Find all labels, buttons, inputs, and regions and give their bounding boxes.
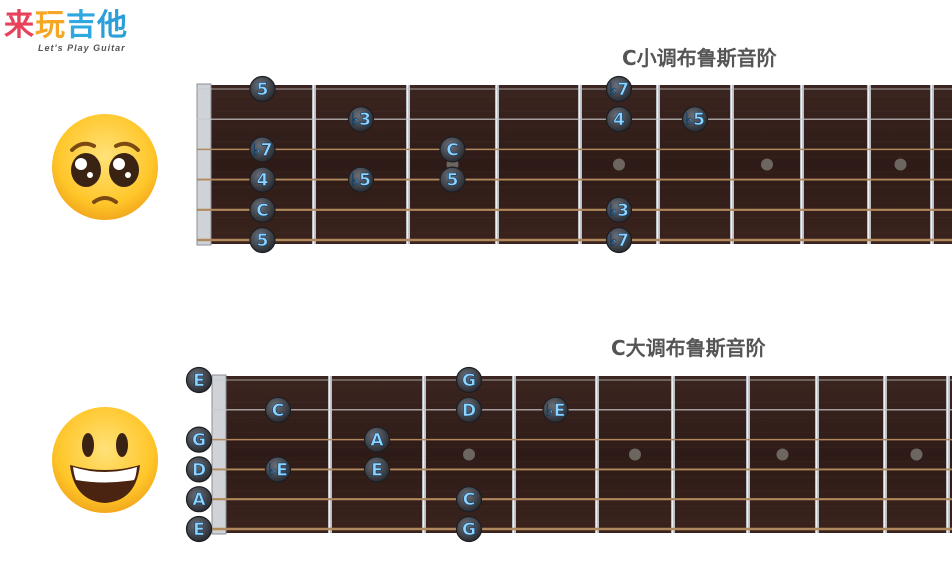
scale-note-marker: G [455, 515, 483, 543]
scale-note-marker: E [363, 456, 391, 483]
note-label: ♭E [546, 401, 566, 421]
note-label: A [192, 490, 206, 510]
fret-highlight [513, 376, 515, 533]
note-label: A [370, 431, 384, 451]
fretboard-wood [212, 376, 952, 533]
fret-highlight [947, 376, 949, 533]
fret-highlight [329, 376, 331, 533]
fret-highlight [816, 376, 818, 533]
note-label: ♭E [268, 460, 288, 480]
scale-note-marker: E [185, 366, 213, 394]
note-label: E [193, 520, 205, 540]
scale-note-marker: D [185, 456, 213, 483]
note-label: D [462, 401, 476, 421]
scale-note-marker: E [185, 515, 213, 543]
fret-highlight [747, 376, 749, 533]
fret-inlay-marker [463, 448, 475, 461]
fret-inlay-marker [776, 448, 789, 461]
note-label: C [272, 401, 284, 421]
scale-note-marker: G [455, 366, 483, 394]
note-label: G [192, 431, 206, 451]
fret-highlight [884, 376, 886, 533]
scale-note-marker: C [264, 396, 292, 423]
scale-note-marker: A [363, 426, 391, 453]
fret-highlight [672, 376, 674, 533]
note-label: E [193, 371, 205, 391]
note-label: D [192, 460, 206, 480]
fret-inlay-marker [629, 448, 641, 461]
fret-inlay-marker [910, 448, 923, 461]
note-label: G [462, 520, 476, 540]
note-label: G [462, 371, 476, 391]
scale-note-marker: ♭E [264, 456, 292, 483]
note-label: E [371, 460, 383, 480]
scale-note-marker: C [455, 486, 483, 513]
fret-highlight [596, 376, 598, 533]
scale-note-marker: A [185, 486, 213, 513]
scale-note-marker: ♭E [542, 396, 569, 423]
note-label: C [463, 490, 475, 510]
fret-highlight [423, 376, 425, 533]
major-fretboard: E GC D ♭EG AD ♭E EA CE G [185, 366, 952, 543]
nut [211, 374, 227, 535]
scale-note-marker: G [185, 426, 213, 453]
scale-note-marker: D [455, 396, 483, 423]
